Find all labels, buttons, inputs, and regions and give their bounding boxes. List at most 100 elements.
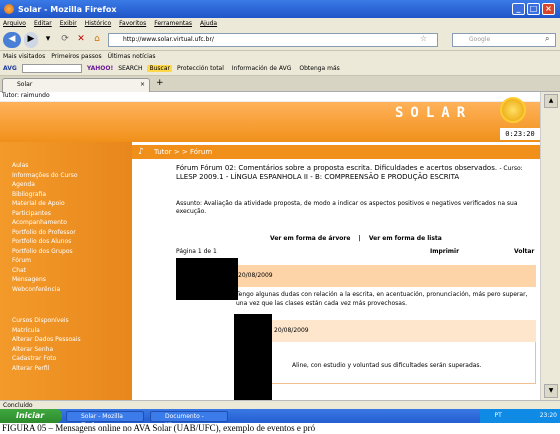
menu-item[interactable]: Ajuda — [200, 20, 217, 27]
sidebar-item[interactable]: Alterar Dados Pessoais — [12, 336, 81, 344]
system-tray: PT 23:20 — [480, 409, 560, 423]
sidebar-item[interactable]: Aulas — [12, 162, 28, 170]
search-input[interactable]: Google — [452, 33, 556, 47]
menu-item[interactable]: Ferramentas — [154, 20, 192, 27]
redacted-avatar — [176, 258, 238, 300]
tab-bar: Solar × + — [0, 76, 560, 92]
course-name: LLESP 2009.1 - LÍNGUA ESPANHOLA II - B: … — [176, 173, 460, 181]
avg-search-button[interactable]: SEARCH — [118, 65, 142, 72]
post-text: Aline, con estudio y voluntad sus dificu… — [292, 362, 482, 369]
view-options: Ver em forma de árvore | Ver em forma de… — [270, 235, 520, 242]
page-info-row: Página 1 de 1 Imprimir Voltar — [176, 248, 536, 255]
firefox-icon — [4, 4, 14, 14]
buscar-button[interactable]: Buscar — [147, 65, 172, 72]
forum-title: Fórum Fórum 02: Comentários sobre a prop… — [176, 164, 498, 172]
forward-icon[interactable]: ▶ — [24, 32, 38, 48]
language-indicator[interactable]: PT — [494, 412, 501, 419]
menu-item[interactable]: Histórico — [85, 20, 111, 27]
post-text: Tengo algunas dudas con relación a la es… — [236, 291, 528, 307]
sidebar-item[interactable]: Mensagens — [12, 276, 46, 284]
sidebar-item[interactable]: Matrícula — [12, 327, 40, 335]
new-tab-icon[interactable]: + — [156, 78, 164, 88]
tab-close-icon[interactable]: × — [140, 79, 145, 91]
pin-icon: ♪ — [138, 147, 144, 157]
redacted-avatar — [234, 314, 272, 404]
menu-item[interactable]: Editar — [34, 20, 52, 27]
sidebar-item[interactable]: Portfolio dos Grupos — [12, 248, 73, 256]
post-header: 20/08/2009 — [236, 265, 536, 287]
menu-item[interactable]: Arquivo — [3, 20, 26, 27]
close-button[interactable]: × — [542, 3, 555, 15]
home-icon[interactable]: ⌂ — [90, 32, 104, 48]
post-date: 20/08/2009 — [238, 272, 273, 279]
task-document[interactable]: Documento - Micro... — [150, 411, 228, 429]
bookmark-item[interactable]: Mais visitados — [3, 53, 45, 60]
sidebar-item[interactable]: Cursos Disponíveis — [12, 317, 69, 325]
sidebar-item[interactable]: Participantes — [12, 210, 51, 218]
sidebar-item[interactable]: Informações do Curso — [12, 172, 78, 180]
avg-logo: AVG — [3, 65, 17, 72]
scrollbar[interactable]: ▲ ▼ — [540, 92, 560, 400]
sun-logo-icon — [500, 97, 526, 123]
sidebar-item[interactable]: Webconferência — [12, 286, 60, 294]
bookmark-star-icon[interactable]: ☆ — [420, 34, 427, 43]
user-line: Tutor: raimundo — [0, 92, 540, 102]
sidebar-item[interactable]: Cadastrar Foto — [12, 355, 56, 363]
sidebar-item[interactable]: Acompanhamento — [12, 219, 67, 227]
sidebar: Aulas Informações do Curso Agenda Bibliogra… — [0, 142, 132, 400]
print-link[interactable]: Imprimir — [430, 248, 459, 255]
task-firefox[interactable]: Solar - Mozilla Firefox — [66, 411, 144, 429]
bookmark-item[interactable]: Últimas notícias — [108, 53, 156, 60]
tray-clock: 23:20 — [539, 412, 557, 419]
search-icon[interactable]: ⌕ — [545, 34, 549, 44]
forum-title-block: Fórum Fórum 02: Comentários sobre a prop… — [176, 164, 526, 182]
tab-label: Solar — [17, 81, 33, 88]
url-input[interactable]: http://www.solar.virtual.ufc.br/ — [108, 33, 438, 47]
reload-icon[interactable]: ⟳ — [58, 32, 72, 48]
forum-subject: Assunto: Avaliação da atividade proposta… — [176, 200, 518, 215]
breadcrumb-text: Tutor > > Fórum — [154, 148, 213, 156]
figure-caption: FIGURA 05 – Mensagens online no AVA Sola… — [2, 423, 316, 433]
menu-bar: Arquivo Editar Exibir Histórico Favoritos Fer… — [0, 18, 560, 29]
dropdown-arrow-icon[interactable]: ▾ — [42, 32, 54, 48]
avg-item[interactable]: Protección total — [177, 65, 224, 72]
sidebar-item[interactable]: Fórum — [12, 257, 31, 265]
stop-icon[interactable]: ✕ — [74, 32, 88, 48]
start-button[interactable]: Iniciar — [0, 409, 62, 423]
yahoo-logo: YAHOO! — [86, 65, 114, 72]
view-list-link[interactable]: Ver em forma de lista — [369, 235, 442, 242]
avg-items: Protección total Información de AVG Obteng… — [177, 65, 340, 72]
avg-item[interactable]: Obtenga más — [299, 65, 339, 72]
post-header: 20/08/2009 — [236, 320, 536, 342]
minimize-button[interactable]: _ — [512, 3, 525, 15]
breadcrumb: ♪ Tutor > > Fórum — [132, 145, 540, 159]
bookmark-item[interactable]: Primeiros passos — [51, 53, 101, 60]
view-separator: | — [358, 235, 361, 242]
sidebar-item[interactable]: Bibliografia — [12, 191, 46, 199]
tab-solar[interactable]: Solar × — [2, 78, 150, 92]
navigation-toolbar: ◀ ▶ ▾ ⟳ ✕ ⌂ http://www.solar.virtual.ufc… — [0, 29, 560, 51]
avg-search-input[interactable] — [21, 64, 82, 73]
back-icon[interactable]: ◀ — [3, 32, 21, 48]
sidebar-item[interactable]: Portfolio do Professor — [12, 229, 76, 237]
avg-item[interactable]: Información de AVG — [232, 65, 291, 72]
menu-item[interactable]: Exibir — [60, 20, 77, 27]
maximize-button[interactable]: □ — [527, 3, 540, 15]
sidebar-item[interactable]: Material de Apoio — [12, 200, 65, 208]
window-title-bar: Solar - Mozilla Firefox _ □ × — [0, 0, 560, 18]
view-tree-link[interactable]: Ver em forma de árvore — [270, 235, 350, 242]
sidebar-item[interactable]: Alterar Perfil — [12, 365, 49, 373]
sidebar-item[interactable]: Alterar Senha — [12, 346, 53, 354]
sidebar-item[interactable]: Chat — [12, 267, 26, 275]
sidebar-item[interactable]: Portfolio dos Alunos — [12, 238, 71, 246]
sidebar-item[interactable]: Agenda — [12, 181, 35, 189]
status-bar: Concluído — [0, 400, 560, 409]
scroll-down-icon[interactable]: ▼ — [544, 384, 558, 398]
back-link[interactable]: Voltar — [514, 248, 534, 255]
window-title: Solar - Mozilla Firefox — [18, 4, 117, 14]
scroll-up-icon[interactable]: ▲ — [544, 94, 558, 108]
page-number: Página 1 de 1 — [176, 248, 217, 255]
menu-item[interactable]: Favoritos — [119, 20, 146, 27]
course-label: - Curso: — [499, 165, 523, 172]
post-date: 20/08/2009 — [274, 327, 309, 334]
